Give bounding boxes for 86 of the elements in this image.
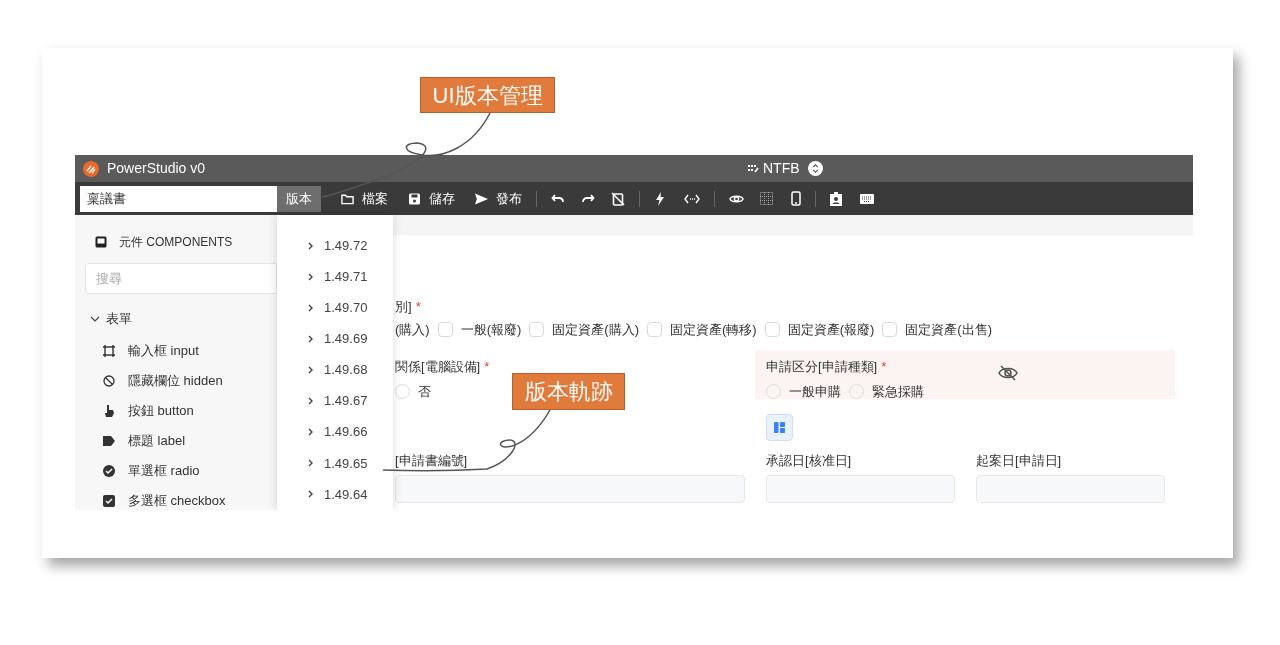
version-item[interactable]: 1.49.70: [324, 298, 368, 318]
version-item[interactable]: 1.49.67: [324, 391, 368, 411]
project-name: NTFB: [763, 159, 800, 178]
input-field[interactable]: [766, 475, 955, 503]
version-item[interactable]: 1.49.66: [324, 422, 368, 442]
option-label: 固定資產(購入): [552, 321, 639, 339]
version-item[interactable]: 1.49.68: [324, 360, 368, 380]
app-title: PowerStudio v0: [107, 159, 206, 178]
folder-icon: [341, 192, 354, 205]
component-item[interactable]: 隱藏欄位 hidden: [128, 370, 223, 391]
chevron-icon[interactable]: [308, 428, 314, 437]
checkbox-icon: [103, 494, 115, 507]
component-item[interactable]: 輸入框 input: [128, 340, 199, 361]
option-label: 固定資產(報廢): [787, 321, 875, 339]
field-label: [申請書編號]: [395, 451, 469, 470]
group-label[interactable]: 表單: [106, 309, 132, 329]
field-label: 起案日[申請日]: [976, 451, 1063, 470]
option-label: 否: [418, 383, 431, 401]
checkbox[interactable]: [647, 322, 662, 338]
switch-icon[interactable]: [807, 161, 823, 176]
chevron-icon[interactable]: [308, 397, 314, 406]
component-item[interactable]: 多選框 checkbox: [128, 490, 226, 510]
required-mark: *: [881, 358, 887, 374]
version-item[interactable]: 1.49.64: [324, 484, 368, 505]
callout-label: UI版本管理: [420, 77, 555, 113]
chevron-icon[interactable]: [308, 334, 314, 343]
option-label: 緊急採購: [872, 383, 924, 401]
required-mark: *: [484, 358, 490, 374]
code-icon[interactable]: [684, 192, 700, 205]
chevron-icon[interactable]: [308, 459, 314, 468]
option-label: (購入): [395, 321, 430, 339]
eye-icon[interactable]: [729, 192, 744, 205]
phone-icon[interactable]: [791, 191, 801, 206]
chevron-icon[interactable]: [308, 303, 314, 312]
frame-icon: [103, 344, 115, 357]
pointer-icon: [103, 404, 115, 417]
checkbox[interactable]: [764, 322, 780, 338]
field-label: 別]: [395, 297, 412, 316]
layout-button[interactable]: [766, 413, 793, 441]
document-name-field[interactable]: 稟議書: [80, 185, 277, 212]
option-label: 固定資產(轉移): [670, 321, 757, 339]
option-label: 一般(報廢): [460, 321, 522, 339]
chevron-icon[interactable]: [308, 366, 314, 374]
component-item[interactable]: 標題 label: [128, 430, 186, 451]
version-item[interactable]: 1.49.71: [324, 266, 368, 287]
field-label: 承認日[核准日]: [766, 451, 853, 470]
input-field[interactable]: [976, 475, 1165, 503]
component-item[interactable]: 單選框 radio: [128, 460, 200, 481]
logo-icon: [83, 160, 99, 177]
required-mark: *: [415, 297, 421, 316]
version-button[interactable]: 版本: [277, 185, 321, 212]
send-icon: [475, 192, 488, 205]
toolbar-button[interactable]: 儲存: [408, 188, 455, 209]
tag-icon: [103, 434, 115, 447]
grid-icon[interactable]: [760, 192, 773, 205]
field-label: 申請区分[申請種類]: [766, 358, 878, 374]
toolbar-button[interactable]: 檔案: [341, 188, 388, 209]
version-item[interactable]: 1.49.69: [324, 329, 368, 349]
search-field[interactable]: 搜尋: [85, 263, 277, 294]
keyboard-icon[interactable]: [860, 193, 874, 204]
callout-label: 版本軌跡: [512, 373, 625, 410]
option-label: 固定資產(出售): [905, 321, 993, 339]
save-icon: [408, 192, 421, 205]
hidden-icon: [103, 374, 115, 387]
sidebar-title: 元件 COMPONENTS: [119, 234, 233, 251]
component-item[interactable]: 按鈕 button: [128, 400, 194, 421]
chevron-icon[interactable]: [308, 490, 314, 499]
field-label: 関係[電腦設備]: [395, 358, 481, 374]
clipboard-off-icon[interactable]: [611, 191, 625, 206]
checkbox[interactable]: [882, 322, 898, 338]
chevron-icon[interactable]: [308, 272, 314, 281]
inbox-icon: [95, 236, 107, 248]
checkbox[interactable]: [437, 322, 453, 338]
id-badge-icon[interactable]: [830, 191, 842, 206]
dots-icon: [747, 162, 759, 175]
lightning-icon[interactable]: [654, 191, 666, 206]
chevron-icon[interactable]: [308, 241, 314, 250]
eye-off-icon[interactable]: [998, 364, 1018, 381]
checkbox[interactable]: [529, 322, 545, 338]
option-label: 一般申購: [789, 383, 841, 401]
layout-icon: [774, 421, 785, 433]
check-circle-icon: [103, 464, 115, 477]
toolbar-button[interactable]: 發布: [475, 188, 522, 209]
version-item[interactable]: 1.49.72: [324, 235, 368, 256]
version-item[interactable]: 1.49.65: [324, 453, 368, 474]
input-field[interactable]: [395, 475, 745, 503]
